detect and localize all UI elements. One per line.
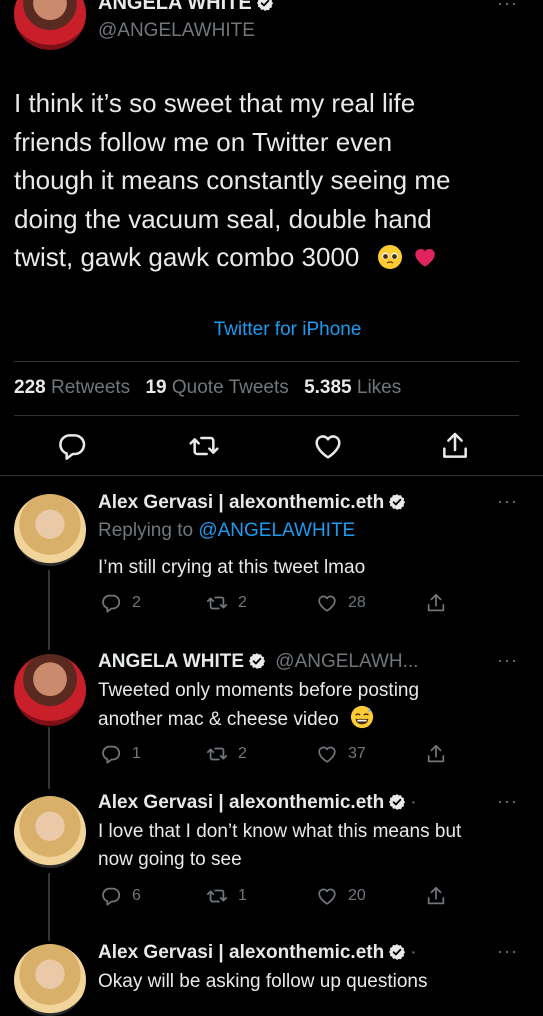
verified-badge-icon — [388, 943, 406, 961]
tweet-text-line: twist, gawk gawk combo 3000 — [14, 238, 529, 277]
heart-icon — [316, 592, 338, 614]
share-icon — [425, 885, 447, 907]
heart-icon[interactable] — [312, 430, 344, 462]
reply-avatar[interactable] — [14, 654, 86, 726]
share-icon — [425, 592, 447, 614]
thread-line — [48, 727, 50, 789]
reply-author-row[interactable]: ANGELA WHITE @ANGELAWH... — [98, 651, 418, 673]
verified-badge-icon — [388, 793, 406, 811]
author-name: ANGELA WHITE — [98, 0, 252, 14]
reply-icon — [100, 885, 122, 907]
heart-icon — [316, 743, 338, 765]
reply-author-name: Alex Gervasi | alexonthemic.eth — [98, 492, 385, 513]
reply-action[interactable]: 1 — [100, 743, 141, 765]
reply-avatar[interactable] — [14, 944, 86, 1016]
like-action[interactable]: 28 — [316, 592, 366, 614]
author-name-row[interactable]: ANGELA WHITE — [98, 0, 274, 15]
retweet-icon — [206, 743, 228, 765]
reply-action[interactable]: 2 — [100, 592, 141, 614]
author-handle[interactable]: @ANGELAWHITE — [98, 20, 255, 42]
author-avatar[interactable] — [14, 0, 86, 50]
reply-action[interactable]: 6 — [100, 885, 141, 907]
share-icon — [425, 743, 447, 765]
reply-author-handle: @ANGELAWH... — [275, 651, 419, 672]
verified-badge-icon — [256, 0, 274, 12]
pleading-face-emoji-icon — [377, 245, 402, 269]
reply-author-name: Alex Gervasi | alexonthemic.eth — [98, 942, 385, 963]
reply-text: I’m still crying at this tweet lmao — [98, 557, 366, 578]
reply-avatar[interactable] — [14, 494, 86, 566]
tweet-source-link[interactable]: Twitter for iPhone — [0, 319, 543, 341]
tweet-text-line: I think it’s so sweet that my real life — [14, 88, 416, 118]
replying-to: Replying to @ANGELAWHITE — [98, 520, 356, 541]
red-heart-emoji-icon — [412, 244, 438, 270]
thread-line — [48, 873, 50, 941]
quote-tweets-stat[interactable]: 19 Quote Tweets — [145, 377, 288, 398]
retweet-action[interactable]: 1 — [206, 885, 247, 907]
retweet-action[interactable]: 2 — [206, 743, 247, 765]
like-action[interactable]: 20 — [316, 885, 366, 907]
share-action[interactable] — [425, 592, 457, 614]
divider — [0, 475, 543, 476]
reply-author-row[interactable]: Alex Gervasi | alexonthemic.eth · — [98, 942, 417, 964]
tweet-text-line: doing the vacuum seal, double hand — [14, 203, 432, 234]
reply-icon[interactable] — [56, 430, 88, 462]
retweet-icon — [206, 885, 228, 907]
likes-stat[interactable]: 5.385 Likes — [304, 377, 401, 398]
thread-line — [48, 570, 50, 650]
replying-to-handle[interactable]: @ANGELAWHITE — [198, 520, 355, 541]
more-icon[interactable]: ··· — [497, 492, 518, 510]
like-action[interactable]: 37 — [316, 743, 366, 765]
reply-text: I love that I don’t know what this means… — [98, 821, 462, 870]
tweet-text-line: friends follow me on Twitter even — [14, 126, 393, 157]
reply-author-row[interactable]: Alex Gervasi | alexonthemic.eth · — [98, 792, 417, 814]
share-action[interactable] — [425, 885, 457, 907]
reply-text: Okay will be asking follow up questions — [98, 971, 428, 992]
more-icon[interactable]: ··· — [497, 942, 518, 960]
heart-icon — [316, 885, 338, 907]
reply-icon — [100, 592, 122, 614]
retweet-icon — [206, 592, 228, 614]
more-icon[interactable]: ··· — [497, 0, 518, 12]
share-action[interactable] — [425, 743, 457, 765]
retweet-icon[interactable] — [188, 430, 220, 462]
more-icon[interactable]: ··· — [497, 651, 518, 669]
retweets-stat[interactable]: 228 Retweets — [14, 377, 130, 398]
reply-icon — [100, 743, 122, 765]
tweet-stats: 228 Retweets 19 Quote Tweets 5.385 Likes — [14, 377, 401, 399]
reply-text: Tweeted only moments before posting anot… — [98, 680, 420, 730]
share-icon[interactable] — [439, 430, 471, 462]
reply-author-name: ANGELA WHITE — [98, 651, 245, 672]
more-icon[interactable]: ··· — [497, 792, 518, 810]
divider — [14, 361, 519, 362]
verified-badge-icon — [388, 493, 406, 511]
reply-author-row[interactable]: Alex Gervasi | alexonthemic.eth — [98, 492, 406, 514]
tweet-text-line: though it means constantly seeing me — [14, 165, 451, 195]
retweet-action[interactable]: 2 — [206, 592, 247, 614]
tweet-text: I think it’s so sweet that my real life … — [14, 84, 529, 277]
divider — [14, 415, 519, 416]
verified-badge-icon — [248, 652, 266, 670]
sweat-smile-emoji-icon — [351, 705, 374, 729]
reply-avatar[interactable] — [14, 796, 86, 868]
reply-author-name: Alex Gervasi | alexonthemic.eth — [98, 792, 385, 813]
